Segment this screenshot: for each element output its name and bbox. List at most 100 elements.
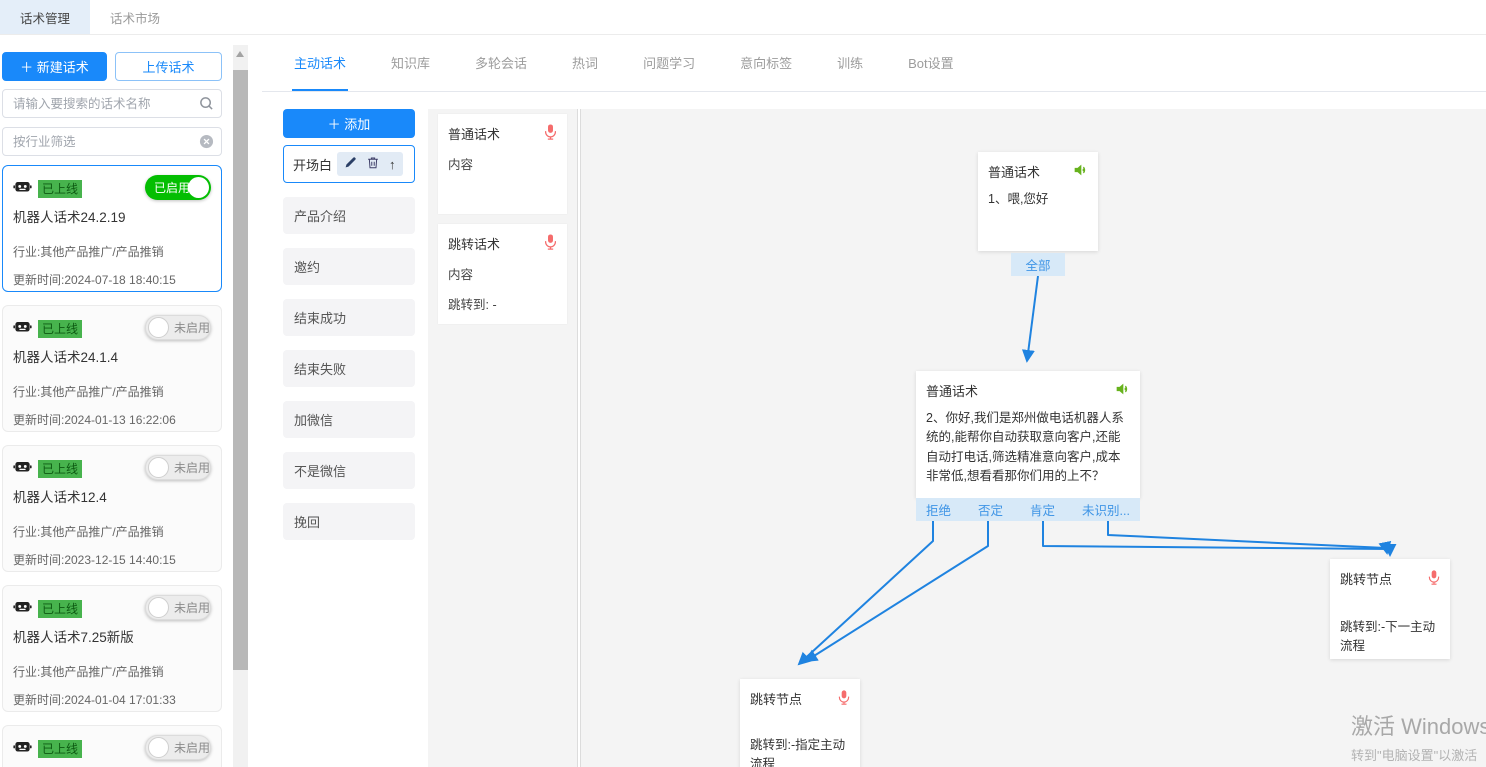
windows-activation-watermark: 激活 Windows 转到"电脑设置"以激活: [1351, 709, 1486, 764]
toggle-knob: [188, 177, 209, 198]
tab-active-script[interactable]: 主动话术: [292, 35, 348, 91]
toggle-knob: [148, 737, 169, 758]
tab-intent-labels[interactable]: 意向标签: [738, 35, 794, 91]
new-script-button[interactable]: ＋ 新建话术: [2, 52, 107, 81]
tab-hot-words[interactable]: 热词: [570, 35, 600, 91]
branch-label-affirm[interactable]: 肯定: [1030, 500, 1055, 519]
tab-bot-settings[interactable]: Bot设置: [906, 35, 956, 91]
script-updated-time: 更新时间:2024-07-18 18:40:15: [13, 271, 211, 288]
toggle-knob: [148, 457, 169, 478]
toggle-knob: [148, 317, 169, 338]
upload-script-button[interactable]: 上传话术: [115, 52, 222, 81]
microphone-icon: [544, 234, 557, 253]
flow-stage-item[interactable]: 产品介绍: [283, 197, 415, 234]
script-card[interactable]: 已上线 未启用 机器人话术24.1.4 行业:其他产品推广/产品推销 更新时间:…: [2, 305, 222, 432]
script-title: 机器人话术24.2.19: [13, 206, 211, 226]
search-icon: [199, 96, 214, 116]
flow-node-normal-script[interactable]: 普通话术 2、你好,我们是郑州做电话机器人系统的,能帮你自动获取意向客户,还能自…: [916, 371, 1140, 498]
sidebar-scrollbar[interactable]: [233, 45, 248, 767]
script-industry: 行业:其他产品推广/产品推销: [13, 243, 211, 260]
top-tab-bar: 话术管理 话术市场: [0, 0, 1486, 35]
robot-icon: [13, 318, 32, 339]
branch-label-negative[interactable]: 否定: [978, 500, 1003, 519]
online-status-badge: 已上线: [38, 180, 82, 198]
flow-node-jump[interactable]: 跳转节点 跳转到:-指定主动流程: [740, 679, 860, 767]
node-text: 2、你好,我们是郑州做电话机器人系统的,能帮你自动获取意向客户,还能自动打电话,…: [926, 409, 1130, 487]
enable-toggle[interactable]: 未启用: [145, 595, 211, 620]
enable-toggle[interactable]: 已启用: [145, 175, 211, 200]
flow-stage-item[interactable]: 挽回: [283, 503, 415, 540]
node-template-panel: 普通话术 内容 跳转话术 内容 跳转到: -: [428, 109, 578, 767]
script-updated-time: 更新时间:2024-01-13 16:22:06: [13, 411, 211, 428]
script-title: 机器人话术12.4: [13, 486, 211, 506]
branch-label-unrecognized[interactable]: 未识别...: [1082, 500, 1130, 519]
robot-icon: [13, 738, 32, 759]
script-title: 机器人话术24.1.4: [13, 346, 211, 366]
script-industry: 行业:其他产品推广/产品推销: [13, 523, 211, 540]
flow-stage-item[interactable]: 结束成功: [283, 299, 415, 336]
online-status-badge: 已上线: [38, 740, 82, 758]
move-up-icon[interactable]: ↑: [389, 158, 396, 171]
node-type-label: 普通话术: [988, 162, 1040, 181]
node-type-label: 普通话术: [926, 381, 978, 400]
script-industry: 行业:其他产品推广/产品推销: [13, 383, 211, 400]
script-title: 机器人话术7.25新版: [13, 626, 211, 646]
online-status-badge: 已上线: [38, 460, 82, 478]
toggle-knob: [148, 597, 169, 618]
plus-icon: ＋: [328, 117, 345, 132]
flow-stage-item[interactable]: 邀约: [283, 248, 415, 285]
search-input[interactable]: [2, 89, 222, 118]
branch-label-reject[interactable]: 拒绝: [926, 500, 951, 519]
enable-toggle[interactable]: 未启用: [145, 455, 211, 480]
section-tab-bar: 主动话术 知识库 多轮会话 热词 问题学习 意向标签 训练 Bot设置: [262, 35, 1486, 92]
add-stage-button[interactable]: ＋ 添加: [283, 109, 415, 138]
speaker-icon: [1073, 163, 1088, 180]
flow-node-normal-script[interactable]: 普通话术 1、喂,您好: [978, 152, 1098, 251]
flow-stage-item[interactable]: 不是微信: [283, 452, 415, 489]
flow-stage-item-selected[interactable]: 开场白 ↑: [283, 145, 415, 183]
clear-icon[interactable]: [199, 134, 214, 154]
enable-toggle[interactable]: 未启用: [145, 735, 211, 760]
enable-toggle[interactable]: 未启用: [145, 315, 211, 340]
script-card[interactable]: 已上线 未启用 机器人话术7.21新版: [2, 725, 222, 767]
branch-labels: 拒绝 否定 肯定 未识别...: [916, 498, 1140, 521]
flow-stage-panel: ＋ 添加 开场白 ↑ 产品介绍 邀约 结束成功: [283, 109, 415, 767]
scroll-up-arrow-icon[interactable]: [236, 51, 244, 57]
top-tab-script-market[interactable]: 话术市场: [90, 0, 180, 34]
top-tab-script-management[interactable]: 话术管理: [0, 0, 90, 34]
industry-filter-input[interactable]: [2, 127, 222, 156]
stage-toolbar: ↑: [337, 152, 403, 176]
tab-knowledge-base[interactable]: 知识库: [389, 35, 432, 91]
robot-icon: [13, 178, 32, 199]
delete-icon[interactable]: [367, 156, 379, 172]
node-text: 跳转到:-指定主动流程: [750, 736, 850, 767]
scrollbar-thumb[interactable]: [233, 70, 248, 670]
microphone-icon: [1428, 570, 1440, 588]
microphone-icon: [838, 690, 850, 708]
script-industry: 行业:其他产品推广/产品推销: [13, 663, 211, 680]
flowchart-canvas[interactable]: 普通话术 1、喂,您好 全部 普通话术: [580, 109, 1486, 767]
tab-training[interactable]: 训练: [835, 35, 865, 91]
script-list-sidebar: ＋ 新建话术 上传话术 已上线 已启用: [0, 35, 262, 767]
template-jump-script[interactable]: 跳转话术 内容 跳转到: -: [438, 224, 567, 324]
script-card[interactable]: 已上线 未启用 机器人话术12.4 行业:其他产品推广/产品推销 更新时间:20…: [2, 445, 222, 572]
robot-icon: [13, 458, 32, 479]
online-status-badge: 已上线: [38, 320, 82, 338]
speaker-icon: [1115, 382, 1130, 399]
template-normal-script[interactable]: 普通话术 内容: [438, 114, 567, 214]
script-updated-time: 更新时间:2023-12-15 14:40:15: [13, 551, 211, 568]
tab-question-learning[interactable]: 问题学习: [641, 35, 697, 91]
robot-icon: [13, 598, 32, 619]
edit-icon[interactable]: [344, 156, 357, 172]
online-status-badge: 已上线: [38, 600, 82, 618]
flow-stage-item[interactable]: 加微信: [283, 401, 415, 438]
script-card[interactable]: 已上线 未启用 机器人话术7.25新版 行业:其他产品推广/产品推销 更新时间:…: [2, 585, 222, 712]
flow-stage-item[interactable]: 结束失败: [283, 350, 415, 387]
branch-label-all[interactable]: 全部: [1011, 253, 1065, 276]
script-updated-time: 更新时间:2024-01-04 17:01:33: [13, 691, 211, 708]
plus-icon: ＋: [20, 60, 37, 75]
tab-multi-turn[interactable]: 多轮会话: [473, 35, 529, 91]
script-card[interactable]: 已上线 已启用 机器人话术24.2.19 行业:其他产品推广/产品推销 更新时间…: [2, 165, 222, 292]
node-text: 1、喂,您好: [988, 190, 1088, 209]
flow-node-jump[interactable]: 跳转节点 跳转到:-下一主动流程: [1330, 559, 1450, 659]
